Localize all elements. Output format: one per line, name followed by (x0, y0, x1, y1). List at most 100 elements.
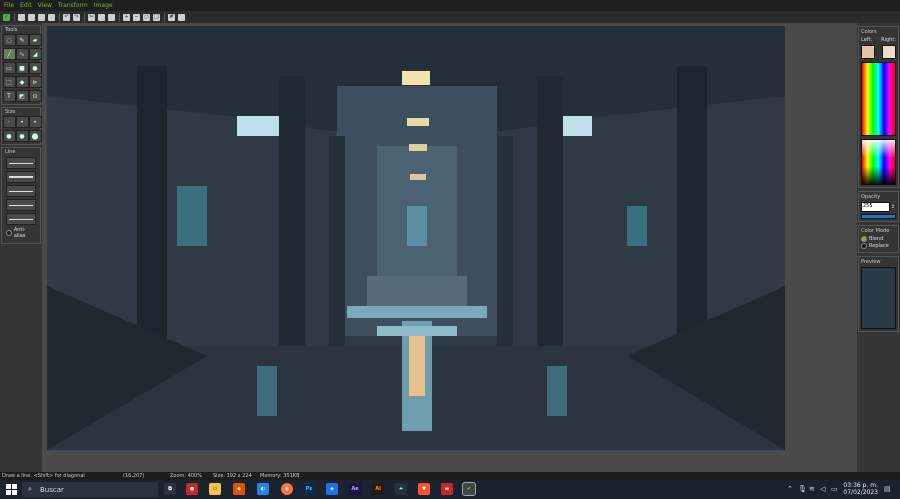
system-clock[interactable]: 03:36 p. m. 07/02/2023 (843, 482, 878, 496)
wifi-icon[interactable]: ≋ (809, 485, 815, 493)
size-2-icon[interactable]: • (15, 116, 29, 128)
status-size: Size: 392 x 224 (213, 473, 252, 479)
preview-toggle-icon[interactable] (178, 13, 185, 21)
filled-rectangle-tool-icon[interactable]: ■ (15, 62, 29, 74)
zoom-actual-icon[interactable]: ○ (143, 13, 150, 21)
redo-icon[interactable]: ↷ (73, 13, 80, 21)
record-icon[interactable]: ● (186, 483, 198, 495)
line-style-arrow-left-icon[interactable] (6, 199, 36, 211)
blend-label: Blend (869, 236, 884, 242)
preview-title: Preview (861, 259, 881, 265)
preview-group: Preview (858, 256, 899, 332)
size-6-icon[interactable]: ⬤ (28, 130, 42, 142)
dropbox-icon[interactable]: ◈ (326, 483, 338, 495)
shape-tool-icon[interactable]: ◢ (28, 48, 42, 60)
marquee-tool-icon[interactable]: ⬚ (2, 76, 16, 88)
fill-tool-icon[interactable]: ◆ (15, 76, 29, 88)
line-style-thick[interactable] (6, 171, 36, 183)
file-explorer-icon[interactable]: ▭ (209, 483, 221, 495)
line-style-plain[interactable] (6, 157, 36, 169)
drawing-canvas[interactable] (47, 26, 785, 450)
color-spectrum[interactable] (861, 139, 896, 185)
zoom-in-icon[interactable]: + (123, 13, 130, 21)
save-as-icon[interactable] (48, 13, 55, 21)
pixel-editor-icon[interactable]: ✓ (462, 482, 476, 496)
text-tool-icon[interactable]: T (2, 90, 16, 102)
cut-icon[interactable]: ✂ (88, 13, 95, 21)
preview-thumbnail[interactable] (861, 267, 896, 329)
taskbar: ⌕ Buscar ⧉ ● ▭ ◆ ◐ ◉ Ps ◈ Ae Ai ⏶ ▼ ▬ ✓ … (0, 480, 900, 499)
toolbar-separator (119, 12, 120, 22)
taskbar-search[interactable]: ⌕ Buscar (22, 482, 158, 497)
game-icon[interactable]: ▬ (441, 483, 453, 495)
curve-tool-icon[interactable]: ∿ (15, 48, 29, 60)
zoom-fit-icon[interactable]: □ (153, 13, 160, 21)
canvas-area (42, 23, 857, 472)
pencil-tool-icon[interactable]: ✎ (15, 34, 29, 46)
undo-icon[interactable]: ↶ (63, 13, 70, 21)
rectangle-tool-icon[interactable]: ▭ (2, 62, 16, 74)
task-view-icon[interactable]: ⧉ (164, 483, 176, 495)
toolbar-separator (14, 12, 15, 22)
tray-chevron-icon[interactable]: ⌃ (787, 485, 793, 493)
battery-icon[interactable]: ▭ (831, 485, 838, 493)
menu-transform[interactable]: Transform (58, 2, 88, 9)
menu-file[interactable]: File (4, 2, 14, 9)
blend-radio[interactable]: Blend (861, 236, 896, 242)
spinner-icon[interactable]: ⇕ (891, 204, 895, 210)
toolbar-separator (164, 12, 165, 22)
color-palette[interactable] (861, 62, 896, 136)
line-group: Line Anti-alias (1, 147, 41, 244)
size-4-icon[interactable]: ● (2, 130, 16, 142)
save-icon[interactable] (38, 13, 45, 21)
zoom-tool-icon[interactable]: ⊙ (28, 90, 42, 102)
notifications-icon[interactable]: ▤ (884, 485, 891, 493)
size-1-icon[interactable]: · (2, 116, 16, 128)
ellipse-tool-icon[interactable]: ● (28, 62, 42, 74)
right-color-swatch[interactable] (882, 45, 896, 59)
copy-icon[interactable] (98, 13, 105, 21)
size-5-icon[interactable]: ● (15, 130, 29, 142)
line-tool-icon[interactable]: ╱ (2, 48, 16, 60)
left-panel: Tools ◌ ✎ ▰ ╱ ∿ ◢ ▭ ■ ● ⬚ ◆ ⊳ T ◩ ⊙ Size… (0, 23, 42, 472)
tools-group: Tools ◌ ✎ ▰ ╱ ∿ ◢ ▭ ■ ● ⬚ ◆ ⊳ T ◩ ⊙ (1, 25, 42, 105)
colors-title: Colors (861, 29, 877, 35)
line-style-double-arrow-icon[interactable] (6, 213, 36, 225)
speaker-icon[interactable]: ◁ (820, 485, 825, 493)
opacity-input[interactable]: 255 (861, 202, 890, 212)
line-style-arrow-right-icon[interactable] (6, 185, 36, 197)
toolbar: ✓ ↶ ↷ ✂ + − ○ □ # (0, 11, 900, 23)
brave-icon[interactable]: ▼ (418, 483, 430, 495)
status-bar: Draw a line. <Shift> for diagonal (16,20… (0, 472, 900, 480)
illustrator-icon[interactable]: Ai (372, 483, 384, 495)
replace-radio[interactable]: Replace (861, 243, 896, 249)
antialias-toggle[interactable]: Anti-alias (6, 227, 36, 239)
windows-start-icon[interactable] (6, 484, 17, 495)
photoshop-icon[interactable]: Ps (303, 483, 315, 495)
open-file-icon[interactable] (28, 13, 35, 21)
replace-color-icon[interactable]: ◩ (15, 90, 29, 102)
left-color-swatch[interactable] (861, 45, 875, 59)
size-title: Size (5, 109, 16, 115)
brave-lion-icon[interactable]: ◆ (233, 483, 245, 495)
microphone-icon[interactable]: 🎙 (798, 485, 807, 493)
search-icon: ⌕ (28, 485, 32, 493)
after-effects-icon[interactable]: Ae (349, 483, 361, 495)
select-tool-icon[interactable]: ◌ (2, 34, 16, 46)
mastodon-icon[interactable]: ⏶ (395, 483, 407, 495)
grid-icon[interactable]: # (168, 13, 175, 21)
paste-icon[interactable] (108, 13, 115, 21)
opacity-slider[interactable] (861, 214, 896, 219)
menu-edit[interactable]: Edit (20, 2, 32, 9)
search-label: Buscar (40, 485, 64, 494)
firefox-icon[interactable]: ◉ (281, 483, 293, 495)
zoom-out-icon[interactable]: − (133, 13, 140, 21)
menu-image[interactable]: Image (94, 2, 113, 9)
checkmark-icon[interactable]: ✓ (3, 13, 10, 21)
paint-net-icon[interactable]: ◐ (257, 483, 269, 495)
size-3-icon[interactable]: • (28, 116, 42, 128)
new-file-icon[interactable] (18, 13, 25, 21)
menu-view[interactable]: View (38, 2, 52, 9)
eraser-tool-icon[interactable]: ▰ (28, 34, 42, 46)
color-picker-icon[interactable]: ⊳ (28, 76, 42, 88)
